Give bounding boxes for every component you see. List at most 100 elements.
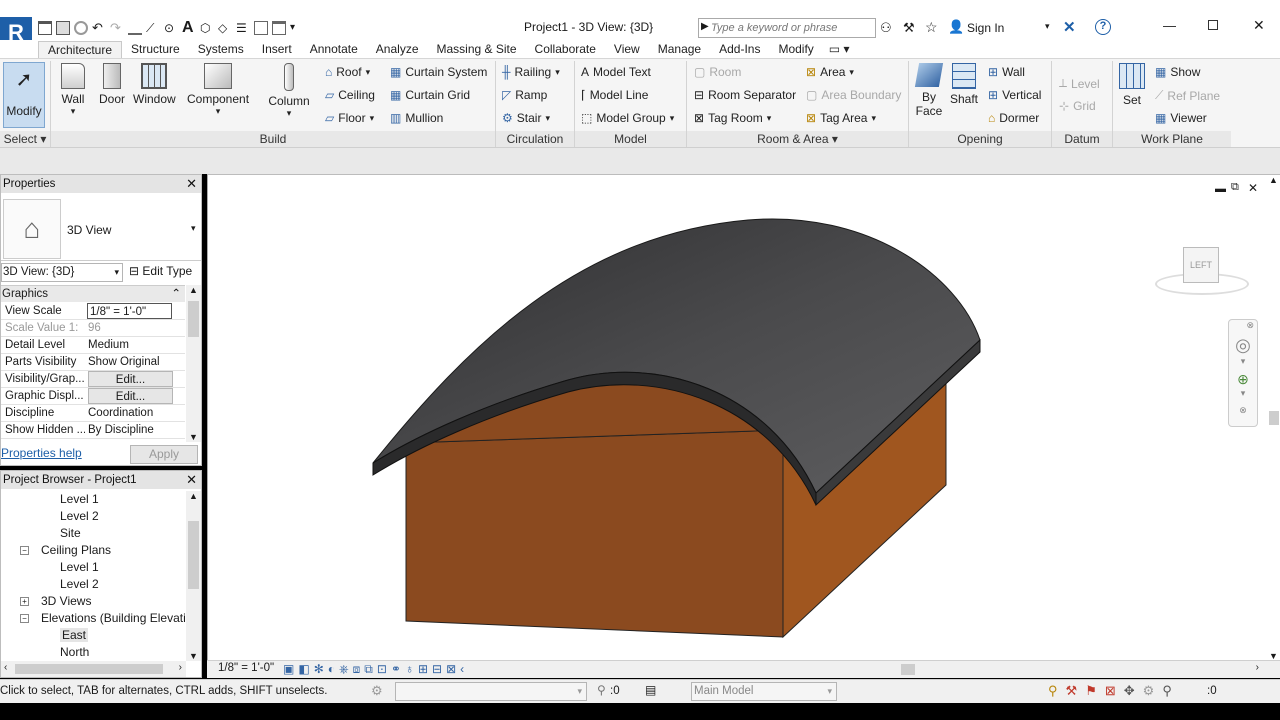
detail-level-icon[interactable]: ▣ (283, 662, 294, 677)
nav-settings-icon[interactable]: ⊗ (1229, 405, 1257, 416)
properties-scrollbar[interactable]: ▲ ▼ (186, 285, 201, 442)
railing-button[interactable]: ╫ Railing ▾ (502, 65, 560, 79)
wall-button[interactable]: Wall ▾ (57, 63, 89, 117)
select-panel-label[interactable]: Select ▾ (0, 131, 50, 147)
select-pinned-icon[interactable]: ⚑ (1085, 683, 1097, 699)
model-group-button[interactable]: ⬚ Model Group ▾ (581, 111, 674, 125)
curtain-system-button[interactable]: ▦ Curtain System (390, 65, 487, 79)
room-button[interactable]: ▢ Room (694, 65, 741, 79)
graphics-group-header[interactable]: Graphics ⌃ (1, 285, 185, 302)
tab-view[interactable]: View (605, 41, 649, 58)
drag-elements-icon[interactable]: ✥ (1124, 683, 1135, 699)
collapse-icon[interactable]: − (20, 614, 29, 623)
view-close-icon[interactable]: ✕ (1248, 181, 1258, 195)
ref-plane-button[interactable]: ⟋ Ref Plane (1155, 88, 1220, 103)
dimension-icon[interactable]: ⟋ (146, 21, 160, 35)
room-area-panel-label[interactable]: Room & Area ▾ (687, 131, 908, 147)
model-line-button[interactable]: ⌈ Model Line (581, 88, 648, 102)
browser-item[interactable]: − Ceiling Plans (20, 543, 111, 557)
set-button[interactable]: Set (1117, 63, 1147, 107)
worksharing-display-icon[interactable]: ⊟ (432, 662, 442, 677)
open-icon[interactable] (38, 21, 52, 35)
binoculars-icon[interactable]: ⚇ (880, 20, 892, 36)
property-value[interactable]: Show Original (88, 354, 173, 370)
vertical-opening-button[interactable]: ⊞ Vertical (988, 88, 1041, 102)
browser-hscrollbar[interactable]: ‹ › (1, 661, 186, 677)
room-separator-button[interactable]: ⊟ Room Separator (694, 88, 796, 102)
restore-icon[interactable] (1208, 20, 1218, 30)
browser-item[interactable]: Level 1 (60, 492, 99, 506)
tab-analyze[interactable]: Analyze (367, 41, 428, 58)
property-row[interactable]: Show Hidden ... By Discipline (1, 422, 185, 439)
design-option-dropdown[interactable]: Main Model ▾ (691, 682, 837, 701)
subscription-icon[interactable]: ⚒ (903, 20, 915, 36)
select-by-face-icon[interactable]: ⊠ (1105, 683, 1116, 699)
select-links-icon[interactable]: ⚲ (1048, 683, 1058, 699)
visual-style-icon[interactable]: ◧ (298, 662, 309, 677)
steering-wheel-icon[interactable]: ◎ (1229, 335, 1257, 356)
instance-selector[interactable]: 3D View: {3D} ▾ (1, 263, 123, 282)
tab-manage[interactable]: Manage (649, 41, 710, 58)
undo-icon[interactable]: ↶ (92, 21, 106, 35)
ribbon-minimize-toggle[interactable]: ▭ ▾ (823, 41, 856, 58)
property-value[interactable]: Edit... (88, 371, 173, 387)
sign-in-dropdown-icon[interactable]: ▾ (1045, 21, 1050, 32)
section-icon[interactable]: ◇ (218, 21, 232, 35)
door-button[interactable]: Door (98, 63, 126, 106)
background-process-icon[interactable]: ⚙ (1143, 683, 1155, 699)
browser-item[interactable]: North (60, 645, 89, 659)
dormer-button[interactable]: ⌂ Dormer (988, 111, 1039, 125)
minimize-icon[interactable]: — (1163, 18, 1176, 33)
property-value[interactable]: 96 (88, 320, 173, 336)
text-icon[interactable]: A (182, 20, 196, 36)
stair-button[interactable]: ⚙ Stair ▾ (502, 111, 550, 125)
property-row[interactable]: Graphic Displ... Edit... (1, 388, 185, 405)
save-icon[interactable] (56, 21, 70, 35)
browser-item[interactable]: Level 1 (60, 560, 99, 574)
ramp-button[interactable]: ◸ Ramp (502, 88, 547, 102)
browser-vscrollbar[interactable]: ▲ ▼ (186, 491, 201, 661)
worksets-icon[interactable]: ⚙ (371, 683, 383, 699)
show-workplane-button[interactable]: ▦ Show (1155, 65, 1200, 79)
browser-hscroll-thumb[interactable] (15, 664, 163, 674)
tag-room-button[interactable]: ⊠ Tag Room ▾ (694, 111, 771, 125)
workset-dropdown[interactable]: ▾ (395, 682, 587, 701)
viewport-hscroll-thumb[interactable] (901, 664, 915, 675)
search-input[interactable]: Type a keyword or phrase (711, 22, 837, 34)
browser-scroll-thumb[interactable] (188, 521, 199, 589)
property-row[interactable]: Visibility/Grap... Edit... (1, 371, 185, 388)
sync-icon[interactable] (74, 21, 88, 35)
properties-help-link[interactable]: Properties help (1, 446, 82, 460)
favorites-icon[interactable]: ☆ (925, 19, 938, 36)
zoom-icon[interactable]: ⊕ (1229, 371, 1257, 388)
apply-button[interactable]: Apply (130, 445, 198, 464)
navigation-bar[interactable]: ⊗ ◎ ▾ ⊕ ▾ ⊗ (1228, 319, 1258, 427)
tab-structure[interactable]: Structure (122, 41, 189, 58)
by-face-button[interactable]: By Face (913, 63, 945, 118)
mullion-button[interactable]: ▥ Mullion (390, 111, 443, 125)
help-icon[interactable]: ? (1095, 19, 1111, 35)
property-row[interactable]: Detail Level Medium (1, 337, 185, 354)
property-row[interactable]: Parts Visibility Show Original (1, 354, 185, 371)
exchange-icon[interactable]: ✕ (1063, 18, 1076, 36)
expand-icon[interactable]: + (20, 597, 29, 606)
qat-dropdown-icon[interactable]: ▾ (290, 21, 304, 35)
property-value[interactable]: Medium (88, 337, 173, 353)
tab-collaborate[interactable]: Collaborate (526, 41, 605, 58)
component-button[interactable]: Component ▾ (187, 63, 249, 117)
tab-annotate[interactable]: Annotate (301, 41, 367, 58)
viewer-button[interactable]: ▦ Viewer (1155, 111, 1207, 125)
properties-close-icon[interactable]: ✕ (186, 175, 197, 193)
thin-lines-icon[interactable]: ☰ (236, 21, 250, 35)
view-scale[interactable]: 1/8" = 1'-0" (218, 662, 274, 674)
property-row[interactable]: View Scale 1/8" = 1'-0" (1, 303, 185, 320)
browser-item[interactable]: Site (60, 526, 81, 540)
property-value[interactable]: Edit... (88, 388, 173, 404)
view-minimize-icon[interactable]: ▬ (1215, 183, 1226, 195)
property-value[interactable]: 1/8" = 1'-0" (87, 303, 172, 319)
show-crop-icon[interactable]: ⧉ (364, 662, 373, 677)
editable-only-icon[interactable]: ⚲ (597, 683, 606, 697)
crop-view-icon[interactable]: ⧈ (353, 662, 361, 677)
properties-scroll-thumb[interactable] (188, 301, 199, 337)
grid-button[interactable]: ⊹ Grid (1059, 99, 1096, 113)
